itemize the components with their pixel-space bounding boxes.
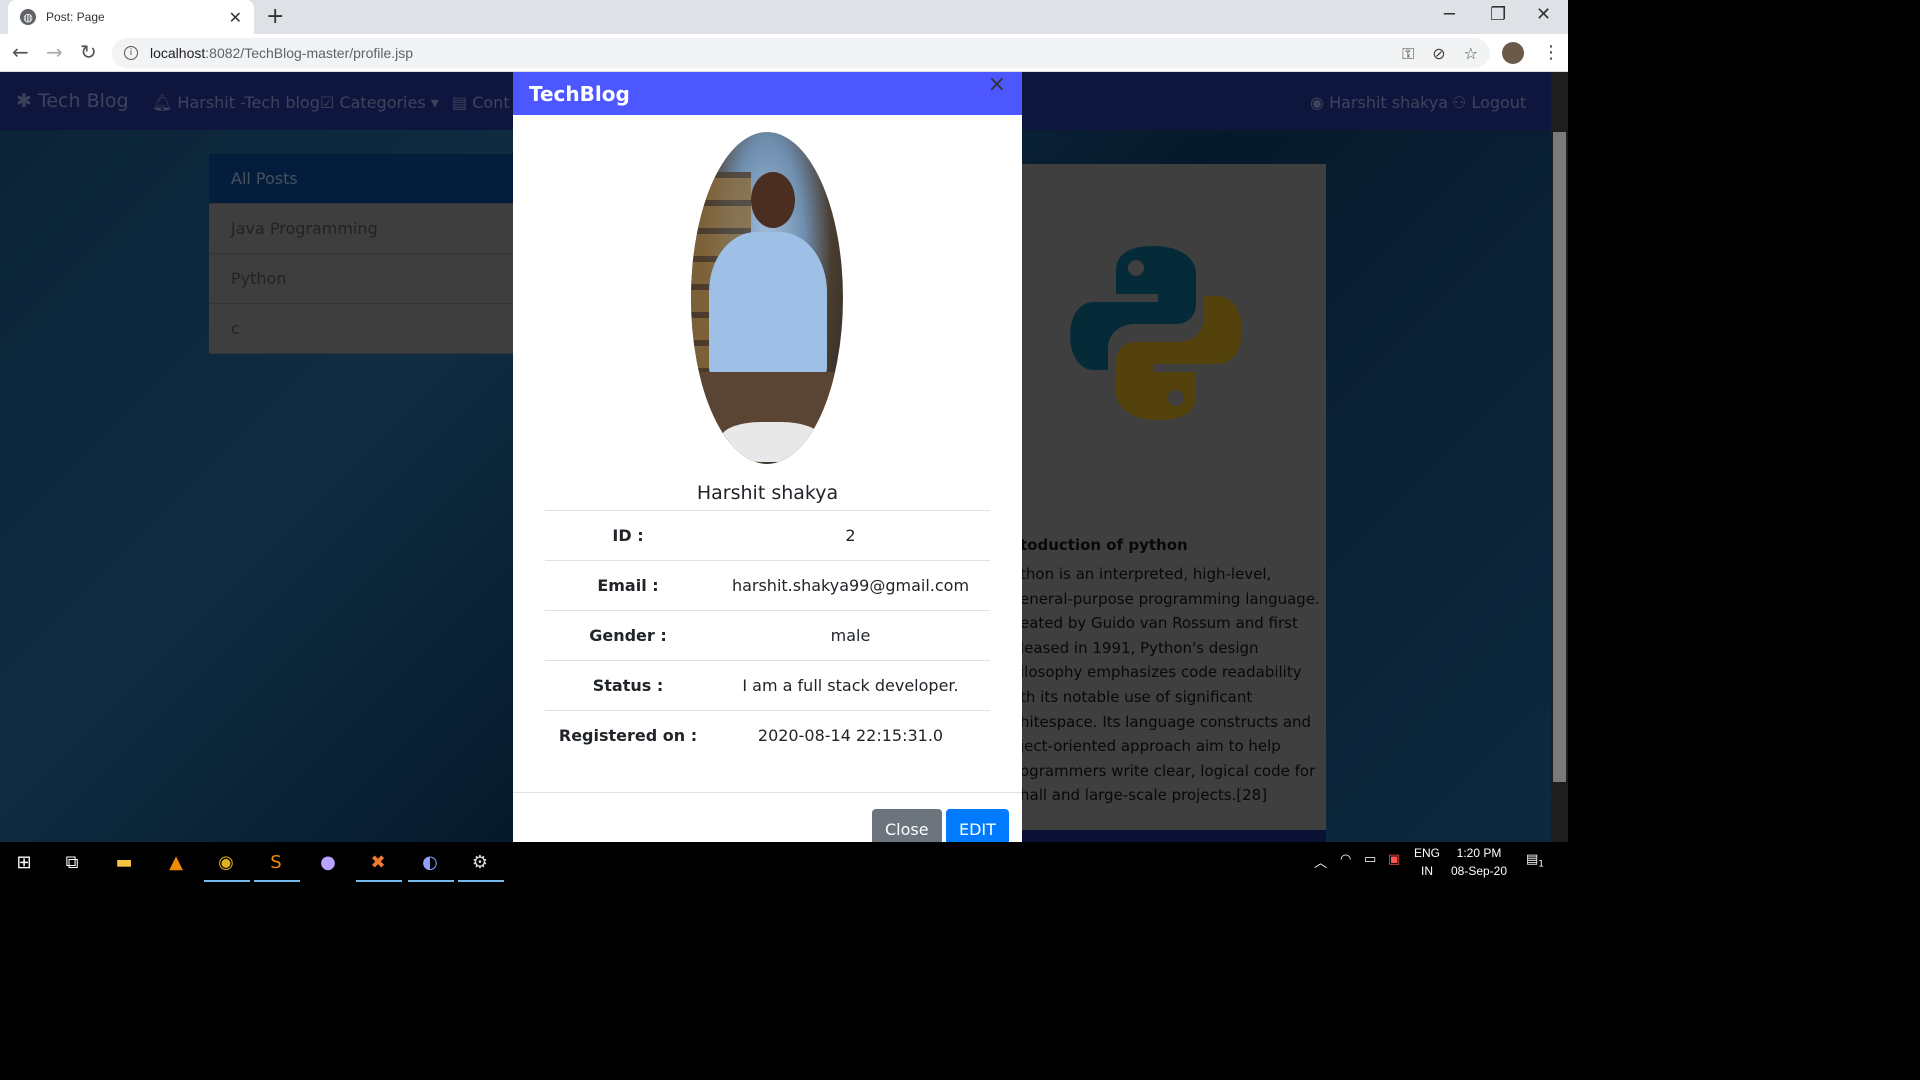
globe-icon: ◍ <box>20 9 36 25</box>
page-scrollbar[interactable] <box>1551 72 1568 842</box>
table-row: ID : 2 <box>545 510 990 561</box>
system-clock[interactable]: 1:20 PM 08-Sep-20 <box>1450 844 1508 880</box>
key-icon[interactable]: ⚿ <box>1402 44 1414 64</box>
url-text: localhost:8082/TechBlog-master/profile.j… <box>150 45 414 61</box>
eye-slash-icon[interactable]: ⊘ <box>1432 44 1445 64</box>
gender-value: male <box>830 626 871 645</box>
windows-start-icon[interactable]: ⊞ <box>10 848 38 876</box>
table-row: Status : I am a full stack developer. <box>545 660 990 711</box>
restore-icon[interactable]: ❐ <box>1490 4 1506 25</box>
active-indicator <box>254 880 300 882</box>
close-button[interactable]: Close <box>872 809 942 842</box>
email-label: Email : <box>597 576 659 595</box>
reload-icon[interactable]: ↻ <box>80 40 97 64</box>
active-indicator <box>408 880 454 882</box>
modal-header: TechBlog × <box>513 72 1022 115</box>
eclipse-icon[interactable]: ◐ <box>416 848 444 876</box>
chrome-profile-avatar[interactable] <box>1502 42 1524 64</box>
settings-gear-icon[interactable]: ⚙ <box>466 848 494 876</box>
profile-photo <box>691 132 843 464</box>
email-value: harshit.shakya99@gmail.com <box>731 576 970 595</box>
xampp-icon[interactable]: ✖ <box>364 848 392 876</box>
modal-title: TechBlog <box>529 81 630 106</box>
browser-toolbar: ← → ↻ i localhost:8082/TechBlog-master/p… <box>0 34 1568 72</box>
battery-icon[interactable]: ▭ <box>1364 852 1376 867</box>
status-value: I am a full stack developer. <box>742 676 959 695</box>
github-desktop-icon[interactable]: ● <box>314 848 342 876</box>
language-indicator[interactable]: ENG IN <box>1414 844 1440 880</box>
info-icon[interactable]: i <box>124 46 138 60</box>
profile-modal: TechBlog × Harshit shakya ID : 2 Email :… <box>513 72 1022 842</box>
tab-title: Post: Page <box>46 10 105 24</box>
table-row: Gender : male <box>545 610 990 661</box>
minimize-icon[interactable]: ─ <box>1444 4 1455 25</box>
window-close-icon[interactable]: ✕ <box>1536 4 1551 25</box>
active-indicator <box>204 880 250 882</box>
wifi-icon[interactable]: ◠ <box>1340 852 1351 867</box>
forward-icon[interactable]: → <box>46 40 63 64</box>
table-row: Registered on : 2020-08-14 22:15:31.0 <box>545 710 990 761</box>
web-page: ✱ Tech Blog 🔔︎ Harshit -Tech blog ☑ Cate… <box>0 72 1568 842</box>
file-explorer-icon[interactable]: ▬ <box>110 848 138 876</box>
chrome-menu-icon[interactable]: ⋮ <box>1542 42 1560 63</box>
task-view-icon[interactable]: ⧉ <box>58 848 86 876</box>
notification-icon[interactable]: ▤1 <box>1526 852 1544 870</box>
status-label: Status : <box>592 676 664 695</box>
windows-taskbar: ⊞ ⧉ ▬ ▲ ◉ S ● ✖ ◐ ⚙ ︿ ◠ ▭ ▣ ENG IN 1:20 … <box>0 842 1568 882</box>
profile-details-table: ID : 2 Email : harshit.shakya99@gmail.co… <box>545 510 990 761</box>
star-icon[interactable]: ☆ <box>1464 44 1478 64</box>
gender-label: Gender : <box>589 626 667 645</box>
edit-button[interactable]: EDIT <box>946 809 1009 842</box>
active-indicator <box>458 880 504 882</box>
table-row: Email : harshit.shakya99@gmail.com <box>545 560 990 611</box>
new-tab-icon[interactable]: + <box>266 4 284 29</box>
browser-tab[interactable]: ◍ Post: Page ✕ <box>8 0 254 34</box>
modal-footer: Close EDIT <box>513 792 1022 842</box>
close-icon[interactable]: × <box>988 72 1006 97</box>
id-value: 2 <box>845 526 856 545</box>
back-icon[interactable]: ← <box>12 40 29 64</box>
antivirus-icon[interactable]: ▣ <box>1388 852 1400 867</box>
chevron-up-icon[interactable]: ︿ <box>1314 852 1327 871</box>
registered-on-value: 2020-08-14 22:15:31.0 <box>757 726 944 746</box>
registered-on-label: Registered on : <box>558 726 698 746</box>
tab-close-icon[interactable]: ✕ <box>229 8 242 27</box>
chrome-icon[interactable]: ◉ <box>212 848 240 876</box>
profile-name: Harshit shakya <box>696 482 839 504</box>
address-bar[interactable]: i localhost:8082/TechBlog-master/profile… <box>112 38 1490 68</box>
sublime-text-icon[interactable]: S <box>262 848 290 876</box>
browser-tab-bar: ◍ Post: Page ✕ + ─ ❐ ✕ <box>0 0 1568 34</box>
vlc-icon[interactable]: ▲ <box>162 848 190 876</box>
active-indicator <box>356 880 402 882</box>
id-label: ID : <box>612 526 644 545</box>
scrollbar-thumb[interactable] <box>1553 132 1566 782</box>
